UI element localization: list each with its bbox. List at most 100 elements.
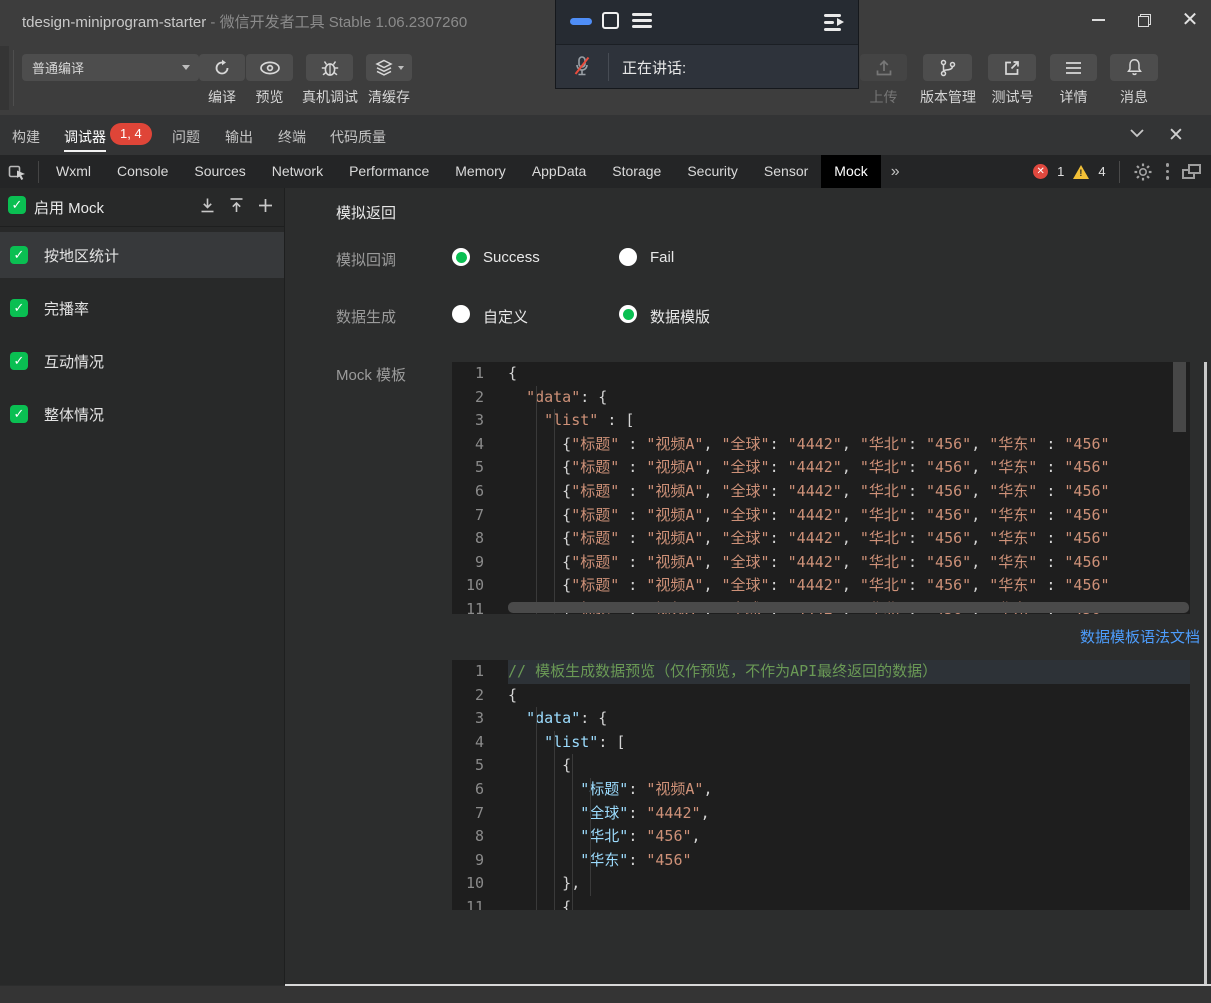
callback-option-fail[interactable]: Fail: [650, 249, 674, 266]
inspect-element-button[interactable]: [0, 155, 34, 188]
panel-tab-2[interactable]: 问题: [172, 127, 200, 147]
mock-rule-item[interactable]: ✓ 按地区统计: [0, 232, 284, 278]
detach-window-icon[interactable]: [1182, 164, 1201, 179]
devtools-tab-performance[interactable]: Performance: [336, 155, 442, 188]
callback-radio-1[interactable]: [619, 248, 637, 266]
rule-checkbox[interactable]: ✓: [10, 405, 28, 423]
minimize-dash-icon[interactable]: [570, 18, 592, 25]
chevron-down-icon: [398, 66, 404, 70]
mock-rule-item[interactable]: ✓整体情况: [0, 391, 284, 437]
line-number: 10: [452, 872, 508, 896]
code-line: 10 },: [452, 872, 1190, 896]
devtools-tab-mock[interactable]: Mock: [821, 155, 880, 188]
hamburger-icon[interactable]: [632, 13, 652, 30]
enable-mock-checkbox[interactable]: ✓: [8, 196, 26, 214]
callback-option-success[interactable]: Success: [483, 249, 540, 266]
devtools-tab-security[interactable]: Security: [674, 155, 751, 188]
compile-mode-dropdown[interactable]: 普通编译: [22, 54, 199, 81]
mic-muted-icon[interactable]: [571, 54, 593, 85]
panel-tab-5[interactable]: 代码质量: [330, 127, 386, 147]
datagen-option-template[interactable]: 数据模版: [650, 306, 710, 327]
line-number: 7: [452, 802, 508, 826]
messages-button[interactable]: [1110, 54, 1158, 81]
panel-tab-4[interactable]: 终端: [278, 127, 306, 147]
indent-guide: [536, 386, 537, 614]
panel-tab-1[interactable]: 调试器: [64, 127, 106, 147]
devtools-tab-memory[interactable]: Memory: [442, 155, 519, 188]
panel-close-icon[interactable]: ✕: [1168, 124, 1184, 147]
device-debug-button[interactable]: [306, 54, 353, 81]
branch-icon: [939, 59, 957, 77]
upload-label: 上传: [860, 87, 907, 107]
devtools-tab-network[interactable]: Network: [259, 155, 336, 188]
rule-label: 按地区统计: [44, 245, 119, 266]
datagen-option-custom[interactable]: 自定义: [483, 306, 528, 327]
toolbar-divider: [13, 50, 14, 106]
mock-rule-item[interactable]: ✓ 完播率: [0, 285, 284, 331]
add-rule-icon[interactable]: [257, 197, 274, 214]
mock-preview-editor[interactable]: 1// 模板生成数据预览（仅作预览，不作为API最终返回的数据）2{3 "dat…: [452, 660, 1190, 910]
restore-button[interactable]: [1128, 6, 1160, 34]
speaking-label: 正在讲话:: [622, 57, 686, 78]
indent-guide: [554, 731, 555, 910]
code-line: 9 "华东": "456": [452, 849, 1190, 873]
error-icon[interactable]: ✕: [1033, 164, 1048, 179]
code-line: 4 "list": [: [452, 731, 1190, 755]
panel-tab-3[interactable]: 输出: [225, 127, 253, 147]
bug-icon: [320, 59, 340, 77]
devtools-tab-wxml[interactable]: Wxml: [43, 155, 104, 188]
panel-tabstrip: 构建 调试器1, 4 问题 输出 终端 代码质量 ✕: [0, 115, 1211, 155]
debugger-error-badge: 1, 4: [110, 123, 152, 145]
devtools-tab-appdata[interactable]: AppData: [519, 155, 599, 188]
devtools-tabbar: WxmlConsoleSourcesNetworkPerformanceMemo…: [0, 155, 1211, 188]
preview-button[interactable]: [246, 54, 293, 81]
rule-label: 完播率: [44, 298, 89, 319]
close-button[interactable]: ✕: [1174, 6, 1206, 34]
devtools-tab-sources[interactable]: Sources: [181, 155, 258, 188]
clear-cache-button[interactable]: [366, 54, 412, 81]
code-line: 10 {"标题" : "视频A", "全球": "4442", "华北": "4…: [452, 574, 1190, 598]
gear-icon[interactable]: [1133, 162, 1153, 182]
datagen-radio-1[interactable]: [619, 305, 637, 323]
line-number: 8: [452, 527, 508, 551]
mock-rule-item[interactable]: ✓互动情况: [0, 338, 284, 384]
devtools-tab-storage[interactable]: Storage: [599, 155, 674, 188]
version-control-button[interactable]: [923, 54, 972, 81]
test-account-button[interactable]: [988, 54, 1036, 81]
sidebar-divider: [0, 226, 284, 227]
code-line: 9 {"标题" : "视频A", "全球": "4442", "华北": "45…: [452, 551, 1190, 575]
devtools-tab-console[interactable]: Console: [104, 155, 181, 188]
compile-mode-value: 普通编译: [32, 58, 84, 77]
mock-sidebar: ✓ 启用 Mock ✓按地区统计✓完播率✓互动情况✓整体情况: [0, 188, 285, 985]
rule-checkbox[interactable]: ✓: [10, 299, 28, 317]
import-icon[interactable]: [199, 197, 216, 214]
mock-template-editor[interactable]: 1{2 "data": {3 "list" : [4 {"标题" : "视频A"…: [452, 362, 1190, 614]
compile-button[interactable]: [199, 54, 245, 81]
template-doc-link[interactable]: 数据模板语法文档: [1080, 626, 1200, 647]
export-icon[interactable]: [228, 197, 245, 214]
editor-vertical-scrollbar[interactable]: [1173, 362, 1186, 432]
layers-icon: [374, 59, 394, 77]
editor-horizontal-scrollbar[interactable]: [508, 602, 1189, 613]
panel-scrollbar[interactable]: [1204, 362, 1207, 985]
devtools-right-cluster: ✕ 1 ! 4: [1033, 155, 1211, 188]
warning-icon[interactable]: !: [1073, 165, 1089, 179]
minimize-button[interactable]: [1082, 6, 1114, 34]
datagen-radio-0[interactable]: [452, 305, 470, 323]
rule-checkbox[interactable]: ✓: [10, 246, 28, 264]
warning-count: 4: [1098, 164, 1105, 179]
callback-radio-0[interactable]: [452, 248, 470, 266]
more-tabs-button[interactable]: »: [881, 155, 910, 188]
expand-panel-icon[interactable]: [824, 14, 848, 32]
devtools-tab-sensor[interactable]: Sensor: [751, 155, 821, 188]
line-number: 1: [452, 660, 508, 684]
collapse-chevron-icon[interactable]: [1129, 128, 1145, 138]
kebab-menu-icon[interactable]: [1162, 163, 1173, 179]
panel-tab-0[interactable]: 构建: [12, 127, 40, 147]
rule-checkbox[interactable]: ✓: [10, 352, 28, 370]
code-line: 5 {"标题" : "视频A", "全球": "4442", "华北": "45…: [452, 456, 1190, 480]
mock-panel-heading: 模拟返回: [336, 202, 396, 223]
window-icon[interactable]: [602, 12, 619, 29]
line-number: 11: [452, 896, 508, 910]
details-button[interactable]: [1050, 54, 1097, 81]
